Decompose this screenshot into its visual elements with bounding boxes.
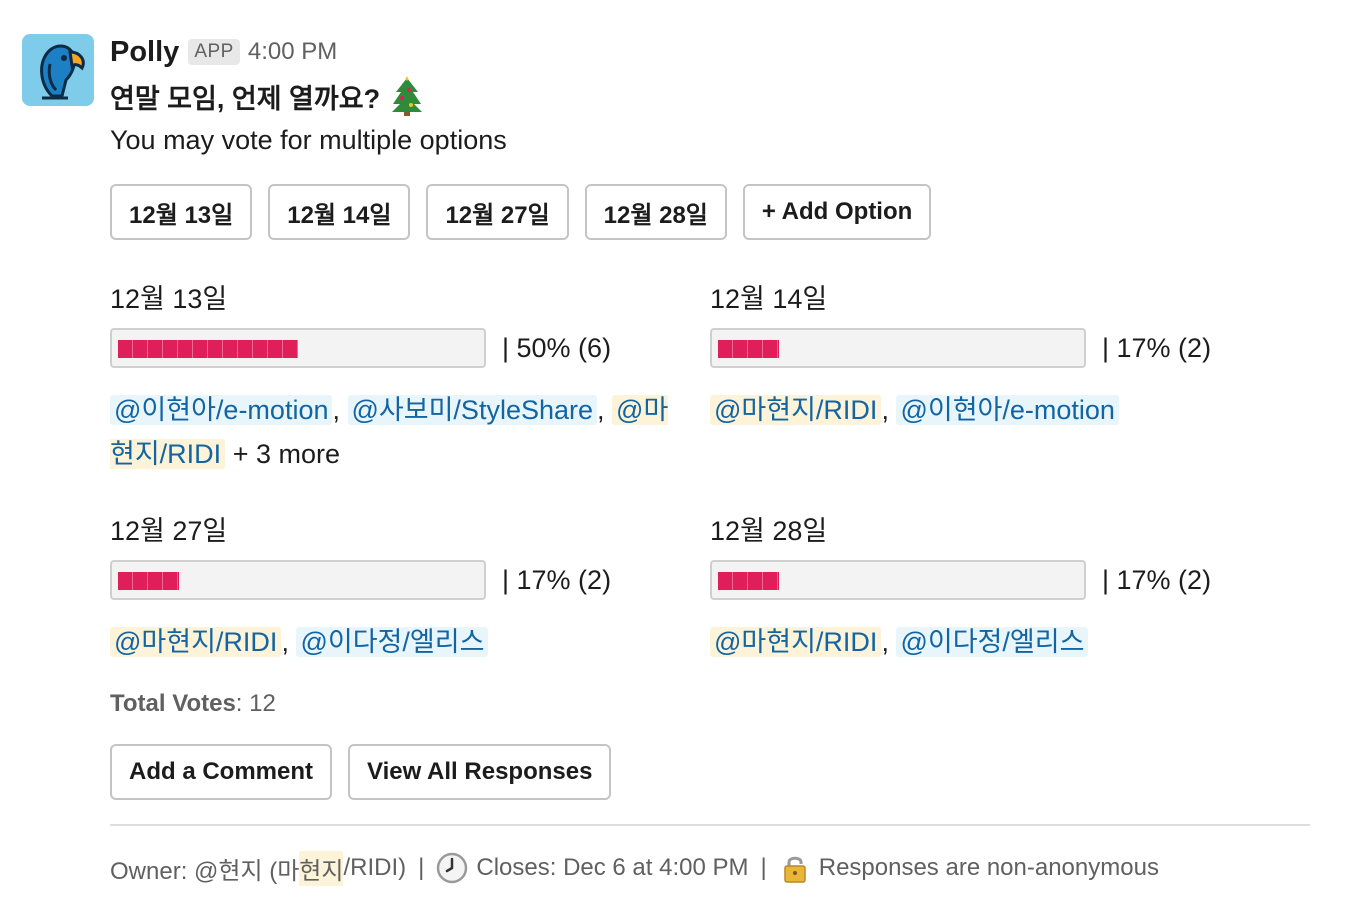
message-header: Polly APP 4:00 PM xyxy=(110,30,337,74)
vote-options: 12월 13일 12월 14일 12월 27일 12월 28일 + Add Op… xyxy=(110,184,932,240)
result-bar xyxy=(110,560,486,600)
result-label: 12월 28일 xyxy=(710,515,828,546)
result-percentage: | 50% (6) xyxy=(502,332,612,363)
result-bar-fill xyxy=(718,572,779,590)
christmas-tree-icon xyxy=(392,76,423,116)
mention-separator: , xyxy=(281,627,297,657)
result-block: 12월 13일 | 50% (6) @이현아/e-motion, @사보미/St… xyxy=(110,276,690,469)
result-label: 12월 14일 xyxy=(710,283,828,314)
mention-separator: , xyxy=(881,627,897,657)
vote-option-button[interactable]: 12월 28일 xyxy=(584,184,727,240)
anonymity-text: Responses are non-anonymous xyxy=(818,854,1159,881)
mention-separator: , xyxy=(881,395,897,425)
mention-separator: , xyxy=(597,395,613,425)
add-option-button[interactable]: + Add Option xyxy=(742,184,932,240)
footer-separator: | xyxy=(760,854,767,881)
total-votes: Total Votes: 12 xyxy=(110,684,276,724)
result-label: 12월 13일 xyxy=(110,283,228,314)
user-mention[interactable]: @이현아/e-motion xyxy=(110,395,333,425)
vote-option-button[interactable]: 12월 27일 xyxy=(426,184,569,240)
closes-text: Closes: Dec 6 at 4:00 PM xyxy=(476,854,749,881)
mention-separator: , xyxy=(332,395,348,425)
result-percentage: | 17% (2) xyxy=(1102,564,1212,595)
result-bar xyxy=(110,328,486,368)
result-voters: @이현아/e-motion, @사보미/StyleShare, @마현지/RID… xyxy=(110,388,690,476)
user-mention[interactable]: @마현지/RIDI xyxy=(110,627,282,657)
vote-option-button[interactable]: 12월 14일 xyxy=(268,184,411,240)
result-percentage: | 17% (2) xyxy=(1102,332,1212,363)
result-bar xyxy=(710,328,1086,368)
divider xyxy=(110,824,1310,826)
app-badge: APP xyxy=(188,39,240,65)
more-voters-link[interactable]: + 3 more xyxy=(233,439,340,469)
user-mention[interactable]: @이다정/엘리스 xyxy=(896,627,1089,657)
view-all-responses-button[interactable]: View All Responses xyxy=(348,744,612,800)
vote-option-button[interactable]: 12월 13일 xyxy=(110,184,253,240)
user-mention[interactable]: @이현아/e-motion xyxy=(896,395,1119,425)
result-bar-fill xyxy=(118,572,179,590)
poll-subtitle: You may vote for multiple options xyxy=(110,124,507,155)
user-mention[interactable]: @이다정/엘리스 xyxy=(296,627,489,657)
user-mention[interactable]: @마현지/RIDI xyxy=(710,395,882,425)
parrot-icon xyxy=(40,44,85,100)
result-bar-fill xyxy=(718,340,779,358)
poll-footer: Owner: @현지 (마 현지/RIDI) | Closes: Dec 6 at… xyxy=(110,846,1159,890)
result-block: 12월 28일 | 17% (2) @마현지/RIDI, @이다정/엘리스 xyxy=(710,508,1290,657)
total-votes-sep: : xyxy=(235,690,243,717)
owner-prefix: Owner: @현지 (마 xyxy=(110,857,300,885)
footer-separator: | xyxy=(418,854,425,881)
result-bar-fill xyxy=(118,340,298,358)
user-mention[interactable]: @마현지/RIDI xyxy=(710,627,882,657)
result-voters: @마현지/RIDI, @이다정/엘리스 xyxy=(710,620,1290,664)
app-name[interactable]: Polly xyxy=(110,36,179,69)
result-percentage: | 17% (2) xyxy=(502,564,612,595)
owner-highlight: 현지 xyxy=(299,850,344,886)
result-label: 12월 27일 xyxy=(110,515,228,546)
user-mention[interactable]: @사보미/StyleShare xyxy=(347,395,598,425)
result-voters: @마현지/RIDI, @이다정/엘리스 xyxy=(110,620,690,664)
total-votes-label: Total Votes xyxy=(110,690,236,717)
poll-question: 연말 모임, 언제 열까요? xyxy=(110,74,424,118)
result-block: 12월 27일 | 17% (2) @마현지/RIDI, @이다정/엘리스 xyxy=(110,508,690,657)
total-votes-value: 12 xyxy=(249,690,276,717)
poll-question-text: 연말 모임, 언제 열까요? xyxy=(110,83,381,114)
polly-avatar[interactable] xyxy=(22,34,94,106)
result-block: 12월 14일 | 17% (2) @마현지/RIDI, @이현아/e-moti… xyxy=(710,276,1290,425)
clock-icon xyxy=(437,852,468,884)
lock-icon xyxy=(783,856,806,883)
owner-suffix: /RIDI) xyxy=(343,854,407,881)
poll-actions: Add a Comment View All Responses xyxy=(110,744,612,800)
message-timestamp[interactable]: 4:00 PM xyxy=(248,38,337,66)
result-bar xyxy=(710,560,1086,600)
result-voters: @마현지/RIDI, @이현아/e-motion xyxy=(710,388,1290,432)
add-comment-button[interactable]: Add a Comment xyxy=(110,744,333,800)
